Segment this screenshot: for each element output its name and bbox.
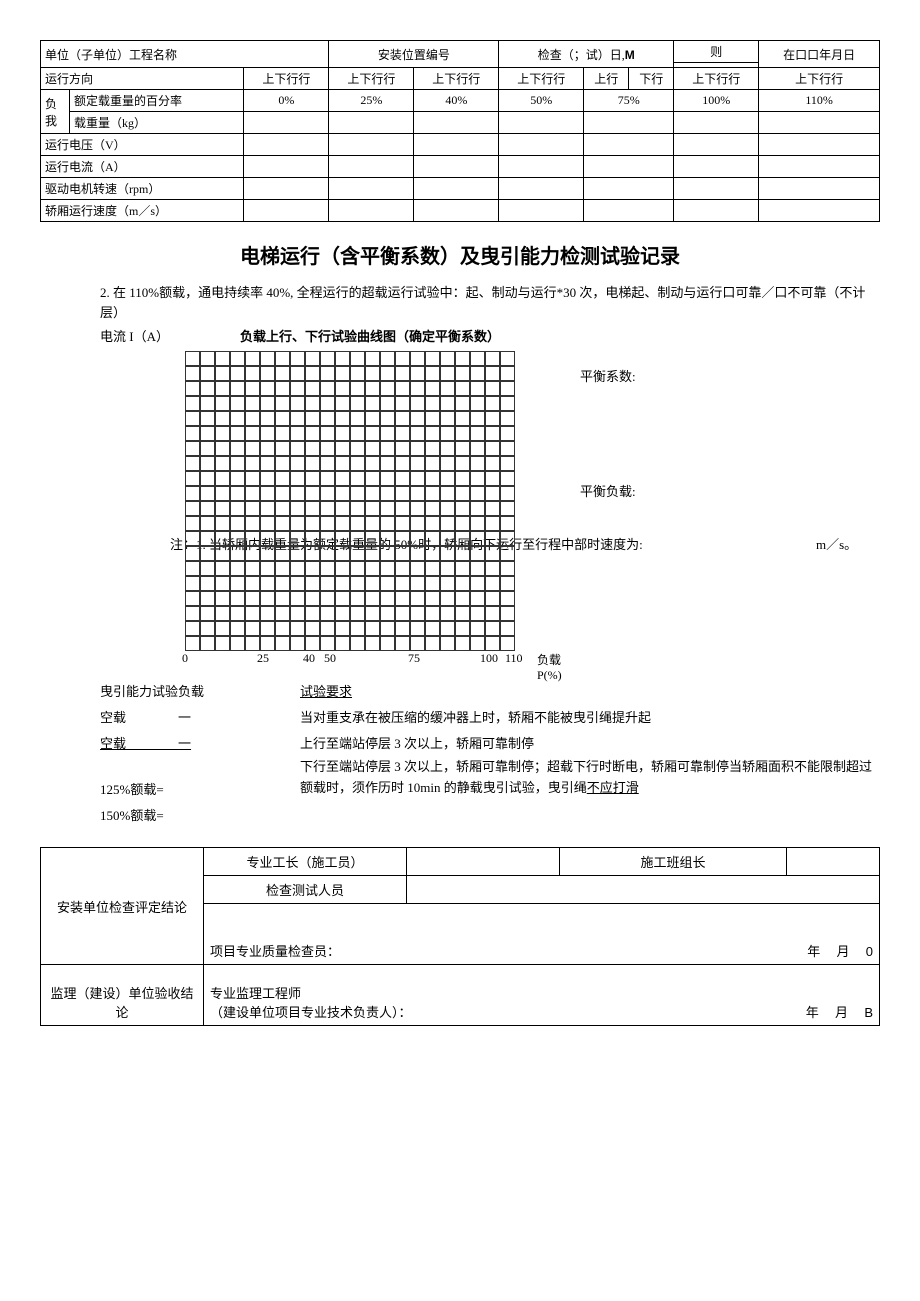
chart-xticks: 0 25 40 50 75 100 110 负载 P(%) bbox=[172, 651, 512, 669]
load-row5: 150%额载= bbox=[100, 803, 300, 829]
load-row2-a: 空载 bbox=[100, 736, 126, 751]
month-1: 月 bbox=[836, 944, 849, 959]
direction-label: 运行方向 bbox=[41, 68, 244, 90]
dn-label: 下行 bbox=[629, 68, 674, 90]
year-2: 年 bbox=[806, 1005, 819, 1020]
paragraph-1: 2. 在 110%额载，通电持续率 40%, 全程运行的超载运行试验中：起、制动… bbox=[100, 283, 880, 322]
operation-data-table: 单位（子单位）工程名称 安装位置编号 检查（；试）日,M 则 在口口年月日 运行… bbox=[40, 40, 880, 222]
check-date-label: 检查（；试）日, bbox=[538, 48, 625, 62]
month-2: 月 bbox=[835, 1005, 848, 1020]
chart-title: 负载上行、下行试验曲线图（确定平衡系数） bbox=[220, 326, 520, 345]
chart-container: 负载上行、下行试验曲线图（确定平衡系数） 电流 I（A） 平衡系数: 平衡负载:… bbox=[100, 326, 880, 669]
pct-4: 75% bbox=[584, 90, 674, 112]
install-pos-label: 安装位置编号 bbox=[329, 41, 499, 68]
pct-3: 50% bbox=[499, 90, 584, 112]
unit-engineering-name-label: 单位（子单位）工程名称 bbox=[41, 41, 329, 68]
pct-0: 0% bbox=[244, 90, 329, 112]
pct-2: 40% bbox=[414, 90, 499, 112]
pct-5: 100% bbox=[674, 90, 759, 112]
negwo-label: 负我 bbox=[41, 90, 70, 134]
signoff-table: 安装单位检查评定结论 专业工长（施工员） 施工班组长 检查测试人员 项目专业质量… bbox=[40, 847, 880, 1026]
balance-load-label: 平衡负载: bbox=[580, 481, 636, 500]
traction-test-section: 曳引能力试验负载 空载 一 空载 一 125%额载= 150%额载= 试验要求 … bbox=[100, 679, 880, 829]
load-row1-b: 一 bbox=[178, 710, 191, 725]
note1-unit: m／s。 bbox=[816, 537, 857, 552]
updn-1: 上下行行 bbox=[329, 68, 414, 90]
req-row2: 上行至端站停层 3 次以上，轿厢可靠制停 bbox=[300, 731, 880, 757]
supervisor-line1: 专业监理工程师 bbox=[210, 983, 873, 1002]
updn-3: 上下行行 bbox=[499, 68, 584, 90]
day-1: 0 bbox=[866, 944, 873, 959]
supervisor-line2: （建设单位项目专业技术负责人）： bbox=[210, 1005, 412, 1020]
supervision-eval-label: 监理（建设）单位验收结论 bbox=[41, 965, 204, 1026]
req-header: 试验要求 bbox=[300, 679, 880, 705]
year-1: 年 bbox=[807, 944, 820, 959]
weight-label: 载重量（kg） bbox=[70, 112, 244, 134]
check-date-m: M bbox=[625, 48, 635, 62]
pct-6: 110% bbox=[759, 90, 880, 112]
speed-label: 轿厢运行速度（m／s） bbox=[41, 200, 244, 222]
tester-label: 检查测试人员 bbox=[204, 876, 407, 904]
rule-label: 则 bbox=[674, 41, 759, 63]
date-blank-label: 在口口年月日 bbox=[759, 41, 880, 68]
page-title: 电梯运行（含平衡系数）及曳引能力检测试验记录 bbox=[40, 240, 880, 269]
balance-coef-label: 平衡系数: bbox=[580, 366, 636, 385]
updn-5: 上下行行 bbox=[674, 68, 759, 90]
req-row1: 当对重支承在被压缩的缓冲器上时，轿厢不能被曳引绳提升起 bbox=[300, 705, 880, 731]
load-row1-a: 空载 bbox=[100, 710, 126, 725]
req-row3-b: 不应打滑 bbox=[587, 780, 639, 795]
load-row4: 125%额载= bbox=[100, 777, 300, 803]
chart-grid bbox=[185, 351, 515, 651]
rated-pct-label: 额定载重量的百分率 bbox=[70, 90, 244, 112]
foreman-label: 专业工长（施工员） bbox=[204, 848, 407, 876]
team-leader-label: 施工班组长 bbox=[560, 848, 787, 876]
chart-ylabel: 电流 I（A） bbox=[100, 326, 169, 345]
updn-2: 上下行行 bbox=[414, 68, 499, 90]
load-row2-b: 一 bbox=[178, 736, 191, 751]
volts-label: 运行电压（V） bbox=[41, 134, 244, 156]
updn-6: 上下行行 bbox=[759, 68, 880, 90]
day-2: B bbox=[864, 1005, 873, 1020]
amps-label: 运行电流（A） bbox=[41, 156, 244, 178]
rpm-label: 驱动电机转速（rpm） bbox=[41, 178, 244, 200]
load-header: 曳引能力试验负载 bbox=[100, 684, 204, 699]
updn-0: 上下行行 bbox=[244, 68, 329, 90]
qc-signed-by: 项目专业质量检查员： bbox=[210, 944, 340, 959]
up-label: 上行 bbox=[584, 68, 629, 90]
install-eval-label: 安装单位检查评定结论 bbox=[41, 848, 204, 965]
pct-1: 25% bbox=[329, 90, 414, 112]
